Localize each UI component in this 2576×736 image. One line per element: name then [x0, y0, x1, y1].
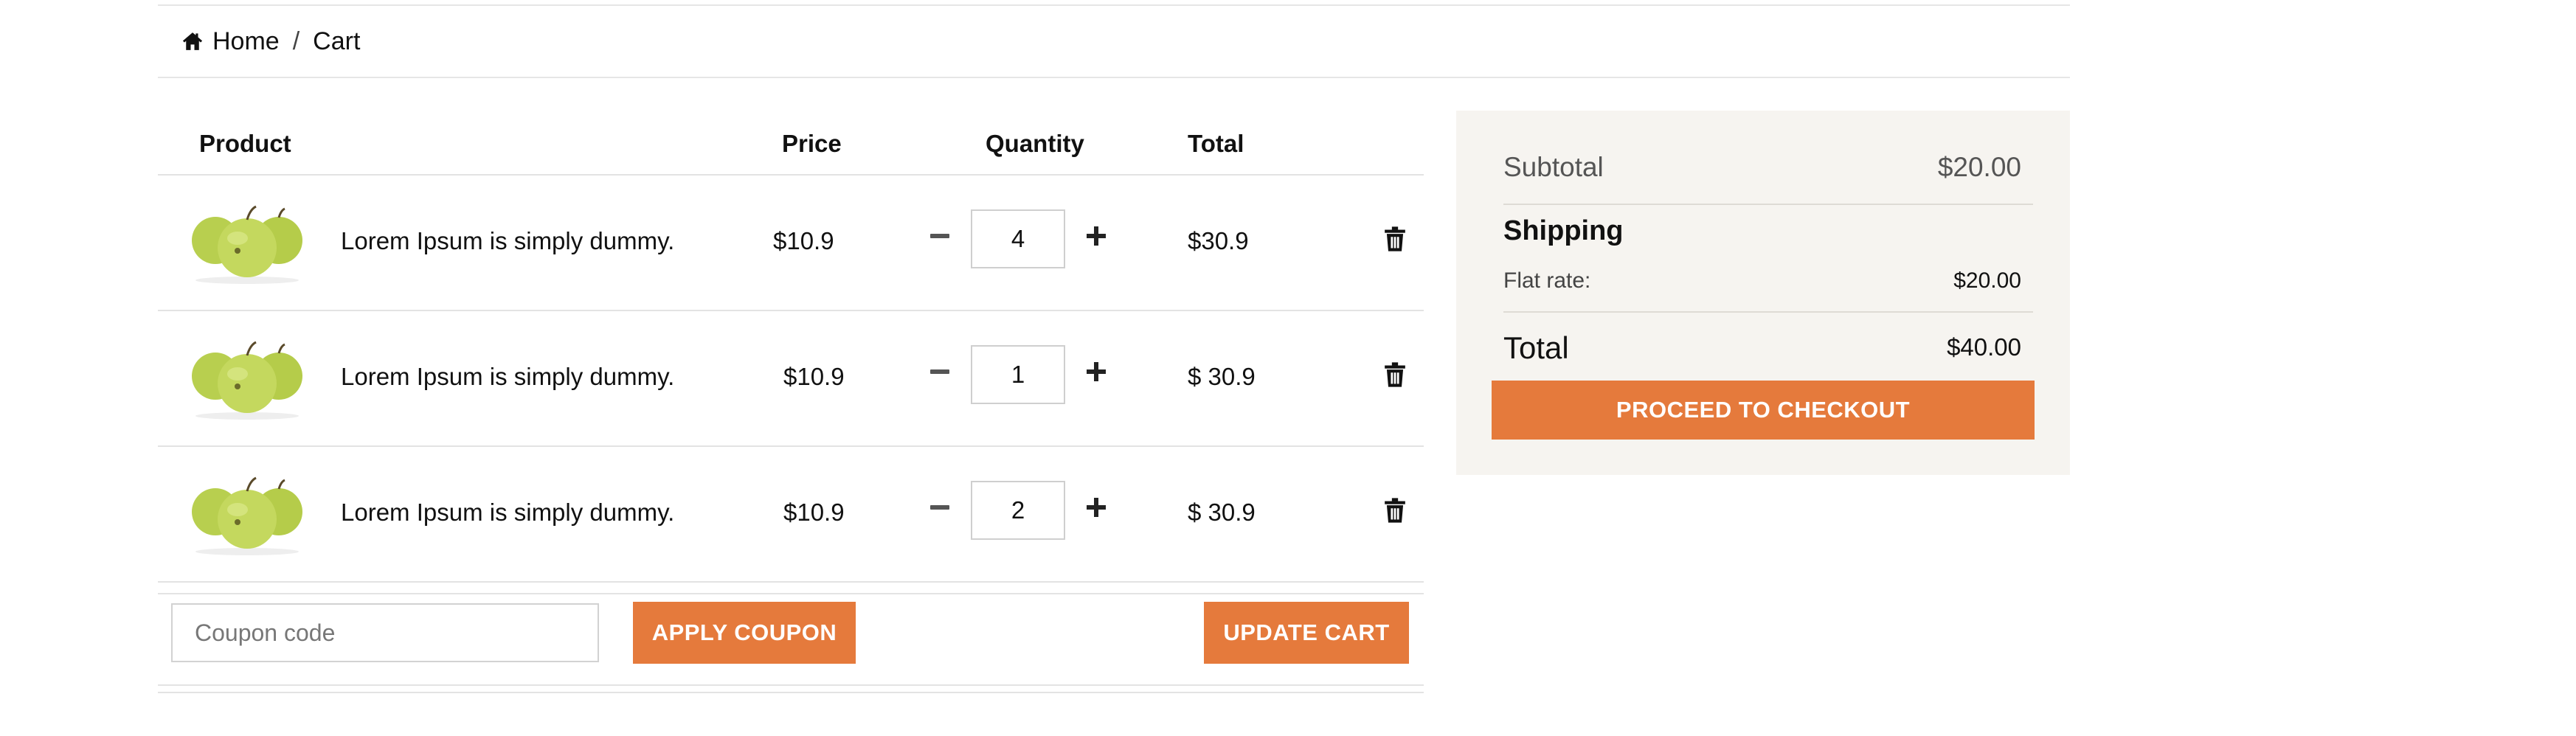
product-thumbnail	[192, 476, 302, 555]
header-price: Price	[782, 130, 842, 157]
quantity-input[interactable]	[971, 345, 1065, 404]
divider	[1503, 311, 2033, 313]
product-price: $10.9	[773, 227, 834, 254]
proceed-to-checkout-button[interactable]: PROCEED TO CHECKOUT	[1492, 381, 2035, 440]
apply-coupon-button[interactable]: APPLY COUPON	[633, 602, 856, 664]
header-product: Product	[199, 130, 291, 157]
cart-table: Product Price Quantity Total Lorem Ipsum…	[158, 111, 1424, 693]
plus-icon[interactable]	[1081, 221, 1111, 251]
cart-row: Lorem Ipsum is simply dummy. $10.9 $ 30.…	[158, 447, 1424, 583]
total-value: $40.00	[1947, 333, 2021, 361]
minus-icon[interactable]	[925, 221, 955, 251]
coupon-code-input[interactable]	[171, 603, 599, 662]
breadcrumb-home-link[interactable]: Home	[212, 27, 280, 56]
divider	[1503, 204, 2033, 205]
product-name[interactable]: Lorem Ipsum is simply dummy.	[341, 363, 674, 391]
product-name[interactable]: Lorem Ipsum is simply dummy.	[341, 499, 674, 527]
update-cart-button[interactable]: UPDATE CART	[1204, 602, 1409, 664]
minus-icon[interactable]	[925, 493, 955, 522]
cart-table-header: Product Price Quantity Total	[158, 111, 1424, 176]
trash-icon[interactable]	[1382, 497, 1408, 524]
flat-rate-label: Flat rate:	[1503, 268, 1591, 293]
divider	[158, 684, 1424, 686]
product-thumbnail	[192, 341, 302, 420]
product-price: $10.9	[783, 363, 845, 390]
product-thumbnail	[192, 205, 302, 284]
header-total: Total	[1188, 130, 1244, 157]
total-label: Total	[1503, 330, 1569, 365]
product-name[interactable]: Lorem Ipsum is simply dummy.	[341, 227, 674, 255]
line-total: $ 30.9	[1188, 499, 1256, 526]
cart-page: Home / Cart Product Price Quantity Total	[0, 0, 2576, 736]
plus-icon[interactable]	[1081, 357, 1111, 386]
cart-row: Lorem Ipsum is simply dummy. $10.9 $30.9	[158, 176, 1424, 311]
shipping-heading: Shipping	[1503, 215, 1624, 246]
cart-summary: Subtotal $20.00 Shipping Flat rate: $20.…	[1456, 111, 2070, 475]
product-price: $10.9	[783, 499, 845, 526]
quantity-input[interactable]	[971, 209, 1065, 268]
subtotal-value: $20.00	[1937, 152, 2021, 182]
home-icon	[182, 32, 203, 50]
minus-icon[interactable]	[925, 357, 955, 386]
line-total: $ 30.9	[1188, 363, 1256, 390]
quantity-input[interactable]	[971, 481, 1065, 540]
breadcrumb-current: Cart	[313, 27, 361, 55]
breadcrumb: Home / Cart	[181, 6, 360, 77]
line-total: $30.9	[1188, 227, 1249, 254]
breadcrumb-separator: /	[292, 27, 300, 55]
cart-actions: APPLY COUPON UPDATE CART	[158, 593, 1424, 693]
flat-rate-value: $20.00	[1953, 268, 2021, 293]
cart-row: Lorem Ipsum is simply dummy. $10.9 $ 30.…	[158, 311, 1424, 447]
breadcrumb-bar: Home / Cart	[158, 4, 2070, 78]
subtotal-label: Subtotal	[1503, 152, 1604, 182]
plus-icon[interactable]	[1081, 493, 1111, 522]
trash-icon[interactable]	[1382, 226, 1408, 252]
trash-icon[interactable]	[1382, 361, 1408, 388]
header-quantity: Quantity	[986, 130, 1084, 157]
